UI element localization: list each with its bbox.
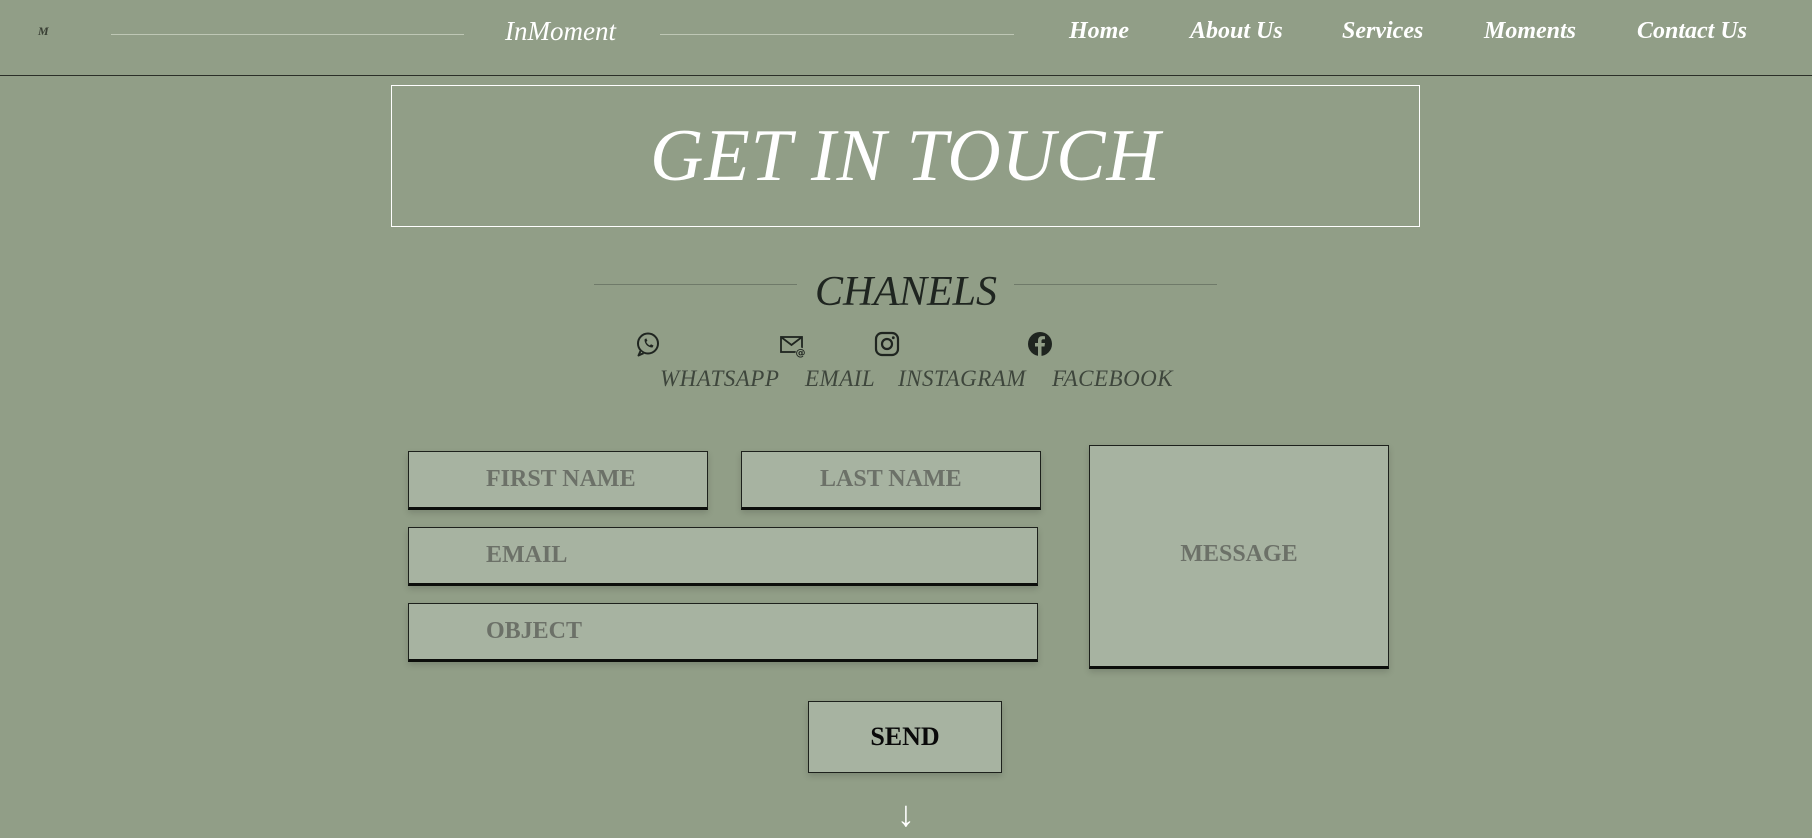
nav-moments[interactable]: Moments (1484, 18, 1576, 45)
page-title: GET IN TOUCH (650, 115, 1161, 197)
nav-home[interactable]: Home (1069, 18, 1129, 45)
channel-label-whatsapp[interactable]: WHATSAPP (660, 366, 779, 392)
channels-divider-right (1014, 284, 1217, 285)
send-button[interactable]: SEND (808, 701, 1002, 773)
email-icon[interactable]: @ (779, 332, 807, 360)
channels-divider-left (594, 284, 797, 285)
channels-heading: CHANELS (814, 269, 998, 315)
header-divider-left (111, 34, 464, 35)
logo[interactable]: M (38, 24, 49, 39)
object-field[interactable] (408, 603, 1038, 662)
last-name-input[interactable] (741, 451, 1041, 510)
channel-label-instagram[interactable]: INSTAGRAM (898, 366, 1026, 392)
whatsapp-icon[interactable] (634, 330, 662, 358)
instagram-icon[interactable] (873, 330, 901, 358)
site-header: M InMoment Home About Us Services Moment… (0, 0, 1812, 76)
svg-text:@: @ (796, 348, 806, 359)
scroll-down-arrow-icon[interactable]: ↓ (893, 796, 919, 832)
nav-about-us[interactable]: About Us (1190, 18, 1283, 45)
first-name-input[interactable] (408, 451, 708, 510)
nav-contact-us[interactable]: Contact Us (1637, 18, 1747, 45)
brand-name[interactable]: InMoment (505, 16, 616, 47)
message-textarea[interactable] (1089, 445, 1389, 669)
channel-label-email[interactable]: EMAIL (805, 366, 875, 392)
facebook-icon[interactable] (1026, 330, 1054, 358)
channel-label-facebook[interactable]: FACEBOOK (1052, 366, 1173, 392)
email-field[interactable] (408, 527, 1038, 586)
nav-services[interactable]: Services (1342, 18, 1423, 45)
header-divider-right (660, 34, 1014, 35)
get-in-touch-banner: GET IN TOUCH (391, 85, 1420, 227)
